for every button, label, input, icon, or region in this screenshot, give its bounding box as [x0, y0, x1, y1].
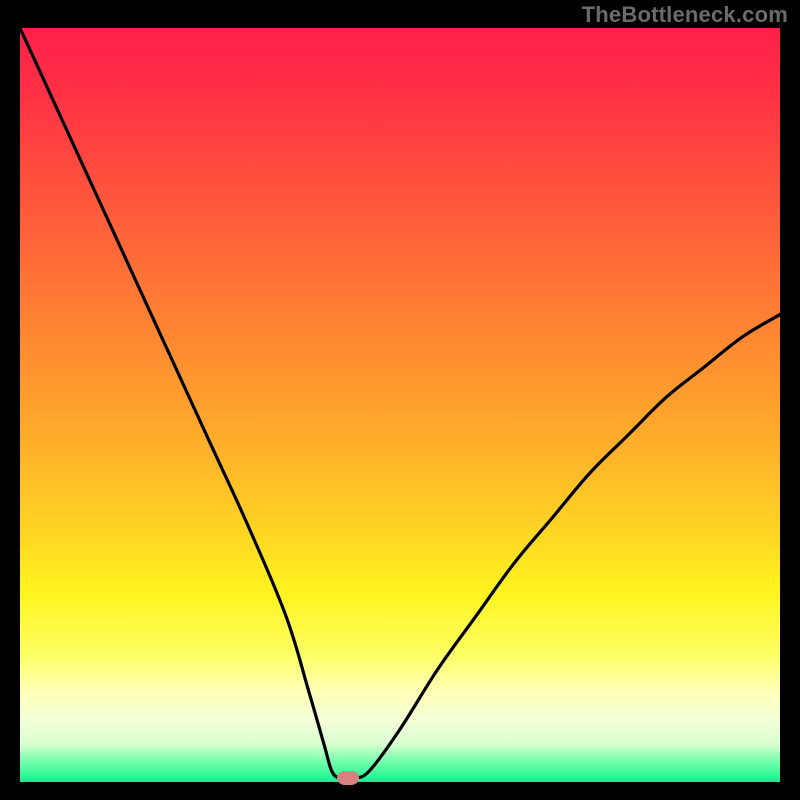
- curve-path: [20, 28, 780, 779]
- chart-frame: TheBottleneck.com: [0, 0, 800, 800]
- watermark-text: TheBottleneck.com: [582, 2, 788, 28]
- bottleneck-curve: [20, 28, 780, 782]
- plot-area: [20, 28, 780, 782]
- optimal-point-marker: [337, 771, 359, 785]
